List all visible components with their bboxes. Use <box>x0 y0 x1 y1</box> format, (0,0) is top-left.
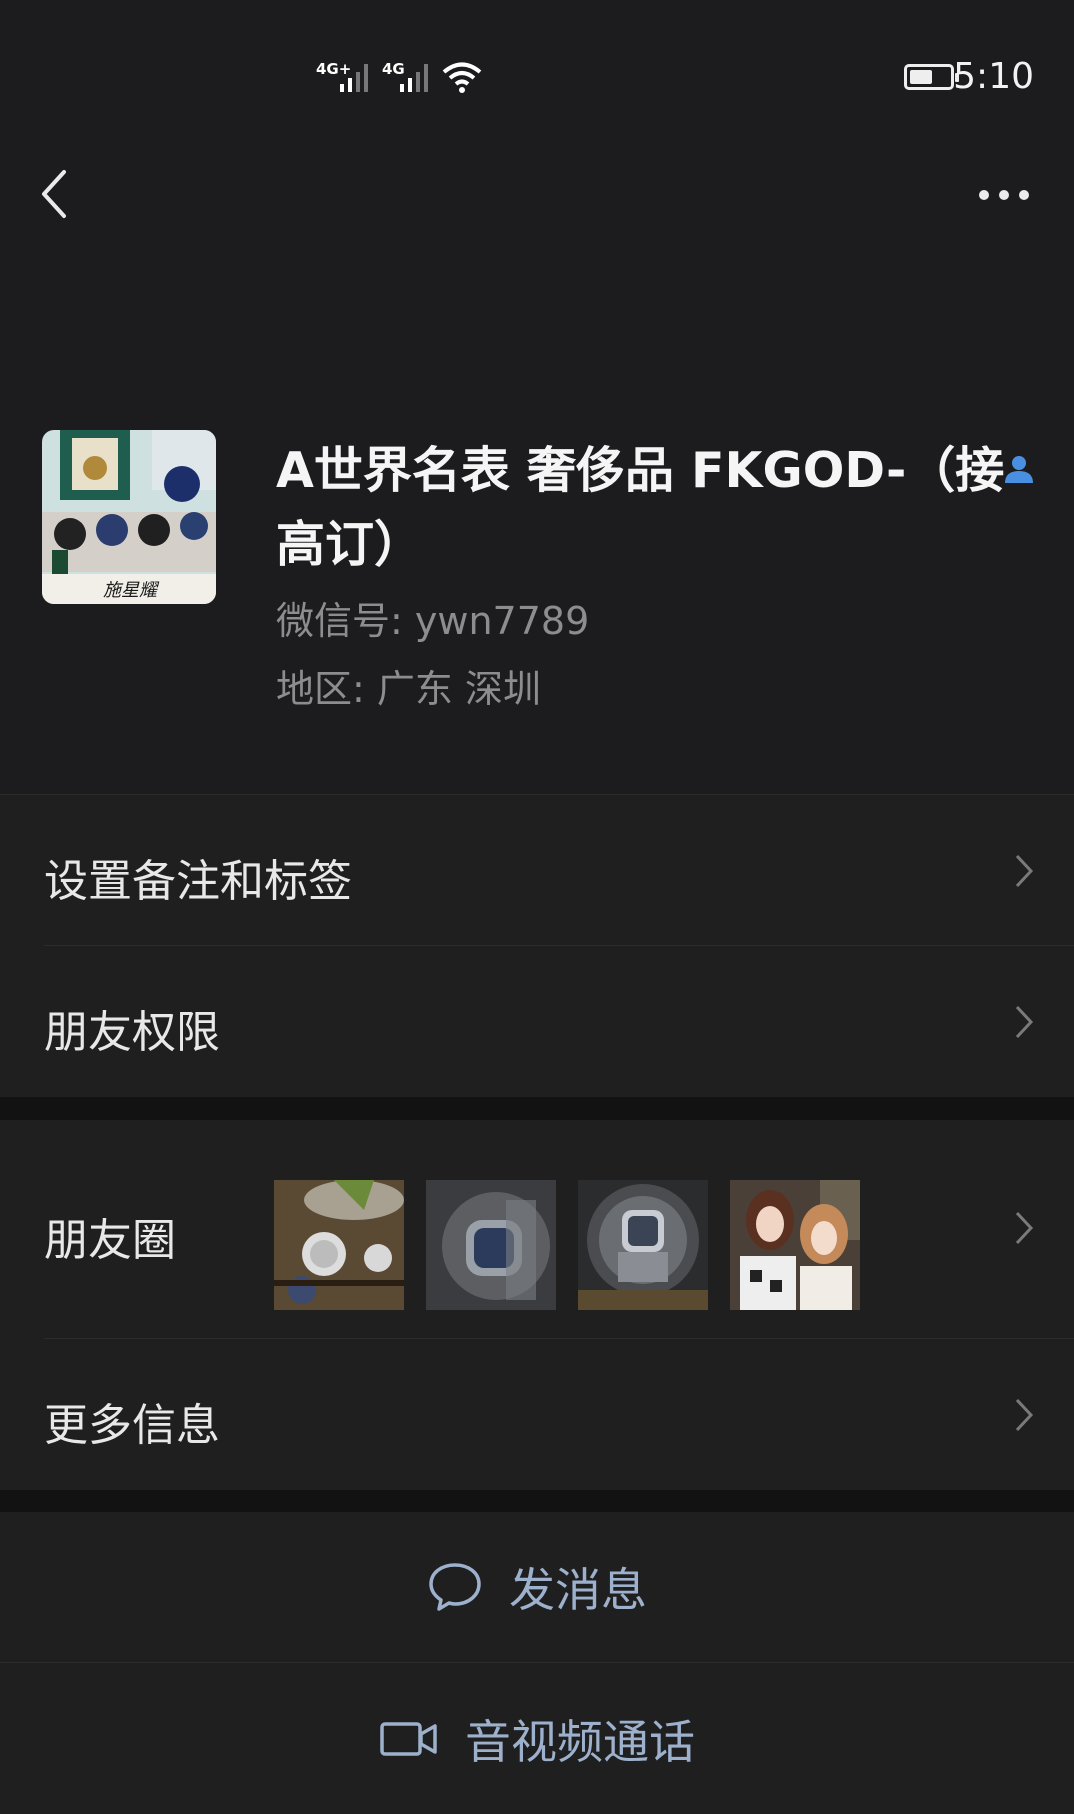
send-message-label: 发消息 <box>509 1563 647 1617</box>
avatar[interactable]: 施星耀 <box>42 430 216 604</box>
nickname: A世界名表 奢侈品 FKGOD-（接高订） <box>276 442 1005 573</box>
status-time: 5:10 <box>953 56 1034 97</box>
video-camera-icon <box>380 1721 437 1756</box>
video-call-label: 音视频通话 <box>465 1714 695 1769</box>
section-gap <box>0 1097 1074 1120</box>
moments-photo-2 <box>426 1180 556 1310</box>
settings-group: 设置备注和标签 朋友权限 <box>0 795 1074 1097</box>
moments-photo-1 <box>274 1180 404 1310</box>
friend-permissions-label: 朋友权限 <box>44 1007 220 1058</box>
remark-tags-label: 设置备注和标签 <box>44 856 352 907</box>
avatar-caption: 施星耀 <box>103 580 160 601</box>
section-gap <box>0 1490 1074 1512</box>
chat-bubble-icon <box>429 1563 481 1611</box>
wifi-icon <box>442 62 482 93</box>
person-icon <box>1005 456 1033 483</box>
avatar-watches-image: 施星耀 <box>42 430 216 604</box>
status-bar: 4G+ 4G 5:10 <box>0 0 1074 150</box>
chevron-right-icon <box>1015 1005 1034 1039</box>
video-call-button[interactable]: 音视频通话 <box>0 1663 1074 1814</box>
battery-icon <box>904 64 959 90</box>
moments-cell[interactable]: 朋友圈 <box>0 1120 1074 1338</box>
chevron-right-icon <box>1015 1211 1034 1245</box>
moments-photo-4 <box>730 1180 860 1310</box>
more-info-cell[interactable]: 更多信息 <box>0 1339 1074 1490</box>
friend-permissions-cell[interactable]: 朋友权限 <box>0 946 1074 1097</box>
more-info-label: 更多信息 <box>44 1400 220 1451</box>
signal-strength-icon-2 <box>400 64 428 92</box>
wechat-id: 微信号: ywn7789 <box>276 599 590 643</box>
remark-tags-cell[interactable]: 设置备注和标签 <box>0 795 1074 945</box>
moments-group: 朋友圈 更多信息 <box>0 1120 1074 1490</box>
signal-strength-icon <box>340 64 368 92</box>
moments-photo-3 <box>578 1180 708 1310</box>
region: 地区: 广东 深圳 <box>276 667 541 711</box>
send-message-button[interactable]: 发消息 <box>0 1512 1074 1662</box>
chevron-left-icon[interactable] <box>36 168 76 220</box>
more-dots-icon[interactable] <box>976 176 1032 214</box>
chevron-right-icon <box>1015 854 1034 888</box>
chevron-right-icon <box>1015 1398 1034 1432</box>
moments-label: 朋友圈 <box>44 1215 176 1266</box>
